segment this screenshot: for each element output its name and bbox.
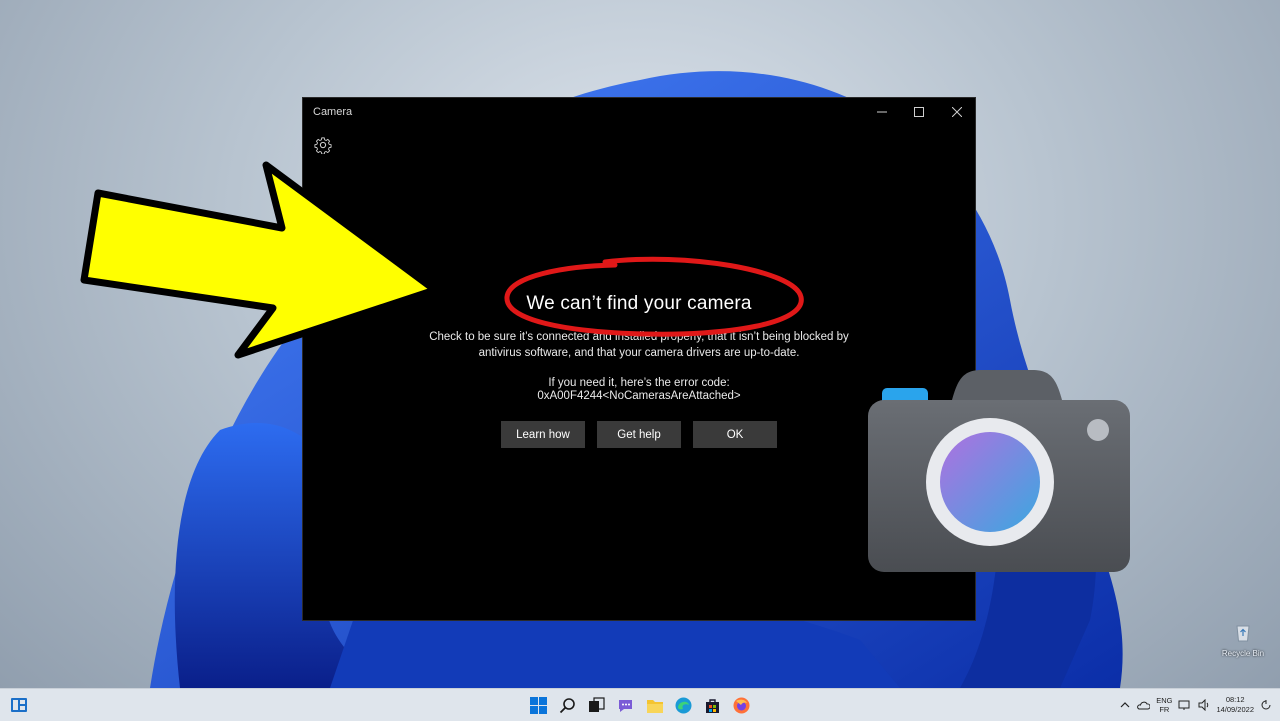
folder-icon xyxy=(646,699,663,713)
system-tray: ENG FR 08:12 14/09/2022 xyxy=(1120,693,1272,717)
chevron-up-icon[interactable] xyxy=(1120,700,1130,710)
chat-icon xyxy=(619,700,632,712)
window-title: Camera xyxy=(313,106,353,118)
taskbar: ENG FR 08:12 14/09/2022 xyxy=(0,688,1280,721)
chat-button[interactable] xyxy=(614,694,637,717)
onedrive-cloud-icon[interactable] xyxy=(1136,700,1151,710)
firefox-button[interactable] xyxy=(730,694,753,717)
store-icon xyxy=(706,699,719,713)
clock[interactable]: 08:12 14/09/2022 xyxy=(1216,695,1254,715)
firefox-icon xyxy=(733,697,750,714)
notification-icon[interactable] xyxy=(1260,699,1272,711)
keyboard-layout: FR xyxy=(1159,705,1170,714)
close-button[interactable] xyxy=(943,102,971,122)
file-explorer-button[interactable] xyxy=(643,694,666,717)
recycle-bin[interactable]: Recycle Bin xyxy=(1220,622,1266,658)
widgets-icon xyxy=(11,698,27,712)
task-view-button[interactable] xyxy=(585,694,608,717)
search-button[interactable] xyxy=(556,694,579,717)
task-view-icon xyxy=(589,697,605,712)
minimize-button[interactable] xyxy=(868,102,896,122)
search-icon xyxy=(559,698,575,714)
error-description: Check to be sure it’s connected and inst… xyxy=(429,331,849,359)
camera-app-icon xyxy=(868,370,1130,572)
get-help-button[interactable]: Get help xyxy=(597,421,681,448)
settings-button[interactable] xyxy=(314,136,332,155)
learn-how-button[interactable]: Learn how xyxy=(501,421,585,448)
close-icon xyxy=(952,107,962,117)
edge-button[interactable] xyxy=(672,694,695,717)
ok-button[interactable]: OK xyxy=(693,421,777,448)
windows-logo-icon xyxy=(530,697,547,714)
network-icon[interactable] xyxy=(1178,699,1192,711)
yellow-arrow-icon xyxy=(80,161,439,359)
gear-icon xyxy=(314,137,332,155)
maximize-icon xyxy=(914,107,924,117)
maximize-button[interactable] xyxy=(905,102,933,122)
taskbar-apps xyxy=(527,694,753,717)
language-indicator[interactable]: ENG FR xyxy=(1156,696,1172,714)
start-button[interactable] xyxy=(527,694,550,717)
recycle-bin-icon xyxy=(1236,625,1250,642)
volume-icon[interactable] xyxy=(1198,699,1210,711)
recycle-bin-label: Recycle Bin xyxy=(1221,649,1265,658)
widgets-button[interactable] xyxy=(10,696,28,714)
minimize-icon xyxy=(877,111,887,113)
title-bar: Camera xyxy=(303,98,975,126)
store-button[interactable] xyxy=(701,694,724,717)
edge-browser-icon xyxy=(675,697,692,714)
clock-date: 14/09/2022 xyxy=(1216,705,1254,714)
clock-time: 08:12 xyxy=(1225,695,1245,704)
language-code: ENG xyxy=(1156,696,1173,705)
